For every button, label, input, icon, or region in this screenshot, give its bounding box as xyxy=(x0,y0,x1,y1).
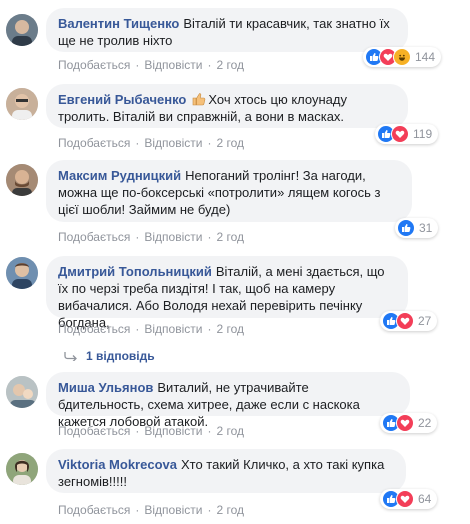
view-replies-link[interactable]: 1 відповідь xyxy=(64,349,155,363)
avatar[interactable] xyxy=(6,88,38,120)
timestamp[interactable]: 2 год xyxy=(216,503,244,517)
comment-bubble: Viktoria Mokrecova Хто такий Кличко, а хт… xyxy=(46,449,406,493)
comment-bubble: Валентин Тищенко Віталій ти красавчик, та… xyxy=(46,8,408,52)
avatar[interactable] xyxy=(6,14,38,46)
avatar[interactable] xyxy=(6,164,38,196)
love-reaction-icon xyxy=(396,312,414,330)
love-reaction-icon xyxy=(396,414,414,432)
reply-link[interactable]: Відповісти xyxy=(144,503,202,517)
reaction-count: 119 xyxy=(413,127,433,141)
like-reaction-icon xyxy=(397,219,415,237)
commenter-name[interactable]: Евгений Рыбаченко xyxy=(58,92,186,107)
reactions-summary[interactable]: 27 xyxy=(380,311,438,331)
reply-link[interactable]: Відповісти xyxy=(144,230,202,244)
reaction-count: 144 xyxy=(415,50,436,64)
replies-count-label: 1 відповідь xyxy=(86,349,155,363)
avatar[interactable] xyxy=(6,257,38,289)
reply-link[interactable]: Відповісти xyxy=(144,58,202,72)
timestamp[interactable]: 2 год xyxy=(216,58,244,72)
like-link[interactable]: Подобається xyxy=(58,136,130,150)
reply-link[interactable]: Відповісти xyxy=(144,322,202,336)
reactions-summary[interactable]: 119 xyxy=(375,124,439,144)
like-link[interactable]: Подобається xyxy=(58,230,130,244)
comment-bubble: Максим Рудницкий Непоганий тролінг! За на… xyxy=(46,160,412,222)
timestamp[interactable]: 2 год xyxy=(216,424,244,438)
reactions-summary[interactable]: 144 xyxy=(363,47,442,67)
reaction-count: 31 xyxy=(419,221,433,235)
comment-actions: Подобається · Відповісти · 2 год xyxy=(58,424,244,438)
love-reaction-icon xyxy=(396,490,414,508)
comment-bubble: Евгений Рыбаченко Хоч хтось цю клоунаду т… xyxy=(46,84,408,128)
comment-actions: Подобається · Відповісти · 2 год xyxy=(58,136,244,150)
commenter-name[interactable]: Viktoria Mokrecova xyxy=(58,457,177,472)
reactions-summary[interactable]: 64 xyxy=(380,489,438,509)
reply-link[interactable]: Відповісти xyxy=(144,424,202,438)
comment-actions: Подобається · Відповісти · 2 год xyxy=(58,322,244,336)
like-link[interactable]: Подобається xyxy=(58,58,130,72)
comment-actions: Подобається · Відповісти · 2 год xyxy=(58,503,244,517)
reactions-summary[interactable]: 31 xyxy=(395,218,439,238)
commenter-name[interactable]: Валентин Тищенко xyxy=(58,16,179,31)
reply-link[interactable]: Відповісти xyxy=(144,136,202,150)
timestamp[interactable]: 2 год xyxy=(216,322,244,336)
like-link[interactable]: Подобається xyxy=(58,503,130,517)
thumbs-up-emoji-icon xyxy=(193,93,206,106)
reaction-count: 27 xyxy=(418,314,432,328)
comment-actions: Подобається · Відповісти · 2 год xyxy=(58,230,244,244)
reactions-summary[interactable]: 22 xyxy=(380,413,438,433)
comment-bubble: Миша Ульянов Виталий, не утрачивайте бдит… xyxy=(46,372,410,429)
timestamp[interactable]: 2 год xyxy=(216,230,244,244)
like-link[interactable]: Подобається xyxy=(58,322,130,336)
reaction-count: 64 xyxy=(418,492,432,506)
love-reaction-icon xyxy=(391,125,409,143)
comment-actions: Подобається · Відповісти · 2 год xyxy=(58,58,244,72)
comment-bubble: Дмитрий Топольницкий Віталій, а мені здає… xyxy=(46,256,408,330)
like-link[interactable]: Подобається xyxy=(58,424,130,438)
timestamp[interactable]: 2 год xyxy=(216,136,244,150)
haha-reaction-icon xyxy=(393,48,411,66)
avatar[interactable] xyxy=(6,453,38,485)
reaction-count: 22 xyxy=(418,416,432,430)
avatar[interactable] xyxy=(6,376,38,408)
commenter-name[interactable]: Миша Ульянов xyxy=(58,380,153,395)
commenter-name[interactable]: Максим Рудницкий xyxy=(58,168,181,183)
commenter-name[interactable]: Дмитрий Топольницкий xyxy=(58,264,212,279)
reply-arrow-icon xyxy=(64,352,77,361)
